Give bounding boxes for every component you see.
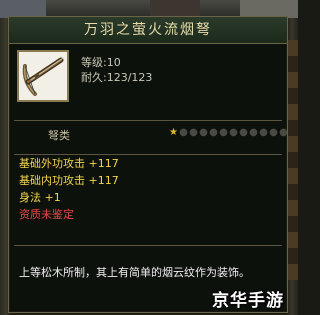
- divider: [14, 120, 282, 121]
- crossbow-icon: [22, 57, 64, 96]
- item-type: 弩类: [48, 129, 70, 142]
- item-description: 上等松木所制，其上有简单的烟云纹作为装饰。: [19, 266, 250, 279]
- star-icon: ●: [259, 127, 268, 138]
- item-name: 万羽之萤火流烟弩: [9, 17, 287, 44]
- attribute-external-attack: 基础外功攻击 +117: [19, 157, 119, 170]
- item-durability: 耐久:123/123: [81, 71, 153, 84]
- star-icon: ●: [209, 127, 218, 138]
- star-rating: ★ ● ● ● ● ● ● ● ● ● ● ●: [169, 127, 288, 139]
- item-icon-slot: [17, 50, 69, 102]
- star-icon: ●: [239, 127, 248, 138]
- star-icon: ●: [179, 127, 188, 138]
- star-icon: ●: [189, 127, 198, 138]
- attribute-aptitude-status: 资质未鉴定: [19, 208, 74, 221]
- star-icon: ●: [199, 127, 208, 138]
- star-icon: ★: [169, 127, 178, 138]
- star-icon: ●: [219, 127, 228, 138]
- divider: [14, 154, 282, 155]
- attribute-agility: 身法 +1: [19, 191, 61, 204]
- attribute-internal-attack: 基础内功攻击 +117: [19, 174, 119, 187]
- item-tooltip: 万羽之萤火流烟弩 等级:10 耐久:123/123 弩类 ★ ● ● ● ● ● ● ● ● ● ●…: [8, 16, 288, 313]
- site-watermark: 京华手游: [212, 291, 284, 311]
- star-icon: ●: [229, 127, 238, 138]
- star-icon: ●: [269, 127, 278, 138]
- star-icon: ●: [249, 127, 258, 138]
- item-level: 等级:10: [81, 56, 121, 69]
- divider: [14, 245, 282, 246]
- star-icon: ●: [279, 127, 288, 138]
